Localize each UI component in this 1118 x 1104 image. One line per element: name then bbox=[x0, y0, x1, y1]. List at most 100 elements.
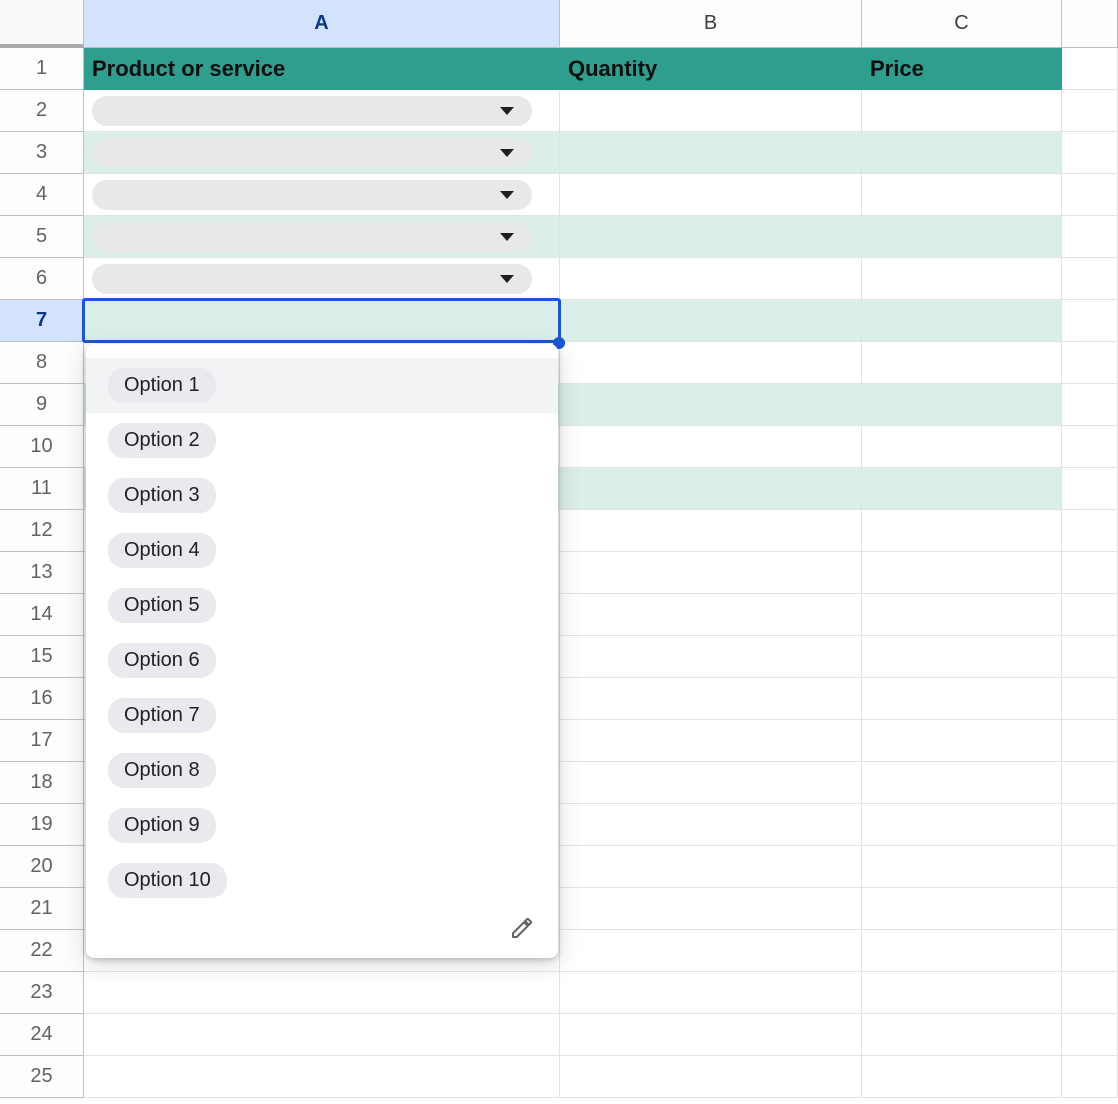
row-header-1[interactable]: 1 bbox=[0, 48, 83, 90]
dropdown-pill[interactable] bbox=[92, 222, 532, 252]
cell-D10[interactable] bbox=[1062, 426, 1118, 468]
cell-D7[interactable] bbox=[1062, 300, 1118, 342]
cell-D15[interactable] bbox=[1062, 636, 1118, 678]
cell-B10[interactable] bbox=[560, 426, 862, 468]
cell-D16[interactable] bbox=[1062, 678, 1118, 720]
cell-C21[interactable] bbox=[862, 888, 1062, 930]
dropdown-item[interactable]: Option 2 bbox=[86, 413, 558, 468]
cell-D3[interactable] bbox=[1062, 132, 1118, 174]
cell-D25[interactable] bbox=[1062, 1056, 1118, 1098]
cell-A3[interactable] bbox=[84, 132, 560, 174]
cell-B8[interactable] bbox=[560, 342, 862, 384]
cell-B1[interactable]: Quantity bbox=[560, 48, 862, 90]
cell-C8[interactable] bbox=[862, 342, 1062, 384]
cell-A23[interactable] bbox=[84, 972, 560, 1014]
cell-C17[interactable] bbox=[862, 720, 1062, 762]
cell-D2[interactable] bbox=[1062, 90, 1118, 132]
cell-D18[interactable] bbox=[1062, 762, 1118, 804]
dropdown-item[interactable]: Option 9 bbox=[86, 798, 558, 853]
cell-C1[interactable]: Price bbox=[862, 48, 1062, 90]
cell-A2[interactable] bbox=[84, 90, 560, 132]
row-header-19[interactable]: 19 bbox=[0, 804, 83, 846]
row-header-24[interactable]: 24 bbox=[0, 1014, 83, 1056]
row-header-13[interactable]: 13 bbox=[0, 552, 83, 594]
cell-C19[interactable] bbox=[862, 804, 1062, 846]
cell-B24[interactable] bbox=[560, 1014, 862, 1056]
row-header-6[interactable]: 6 bbox=[0, 258, 83, 300]
cell-B6[interactable] bbox=[560, 258, 862, 300]
cell-B20[interactable] bbox=[560, 846, 862, 888]
cell-C5[interactable] bbox=[862, 216, 1062, 258]
cell-C13[interactable] bbox=[862, 552, 1062, 594]
cell-B21[interactable] bbox=[560, 888, 862, 930]
cell-C10[interactable] bbox=[862, 426, 1062, 468]
cell-A6[interactable] bbox=[84, 258, 560, 300]
dropdown-pill[interactable] bbox=[92, 96, 532, 126]
cell-D6[interactable] bbox=[1062, 258, 1118, 300]
cell-C3[interactable] bbox=[862, 132, 1062, 174]
select-all-corner[interactable] bbox=[0, 0, 84, 48]
row-header-17[interactable]: 17 bbox=[0, 720, 83, 762]
row-header-14[interactable]: 14 bbox=[0, 594, 83, 636]
cell-C9[interactable] bbox=[862, 384, 1062, 426]
row-header-5[interactable]: 5 bbox=[0, 216, 83, 258]
dropdown-pill[interactable] bbox=[92, 264, 532, 294]
cell-D20[interactable] bbox=[1062, 846, 1118, 888]
cell-B13[interactable] bbox=[560, 552, 862, 594]
cell-B22[interactable] bbox=[560, 930, 862, 972]
row-header-16[interactable]: 16 bbox=[0, 678, 83, 720]
cell-B4[interactable] bbox=[560, 174, 862, 216]
cell-C2[interactable] bbox=[862, 90, 1062, 132]
cell-A25[interactable] bbox=[84, 1056, 560, 1098]
cell-D1[interactable] bbox=[1062, 48, 1118, 90]
cell-B11[interactable] bbox=[560, 468, 862, 510]
row-header-12[interactable]: 12 bbox=[0, 510, 83, 552]
row-header-9[interactable]: 9 bbox=[0, 384, 83, 426]
cell-B12[interactable] bbox=[560, 510, 862, 552]
cell-D17[interactable] bbox=[1062, 720, 1118, 762]
cell-C23[interactable] bbox=[862, 972, 1062, 1014]
dropdown-pill[interactable] bbox=[92, 180, 532, 210]
cell-D4[interactable] bbox=[1062, 174, 1118, 216]
cell-B19[interactable] bbox=[560, 804, 862, 846]
row-header-3[interactable]: 3 bbox=[0, 132, 83, 174]
row-header-11[interactable]: 11 bbox=[0, 468, 83, 510]
cell-D21[interactable] bbox=[1062, 888, 1118, 930]
cell-B23[interactable] bbox=[560, 972, 862, 1014]
cell-B18[interactable] bbox=[560, 762, 862, 804]
dropdown-item[interactable]: Option 1 bbox=[86, 358, 558, 413]
dropdown-item[interactable]: Option 5 bbox=[86, 578, 558, 633]
cell-A7[interactable] bbox=[84, 300, 560, 342]
cell-D24[interactable] bbox=[1062, 1014, 1118, 1056]
row-header-15[interactable]: 15 bbox=[0, 636, 83, 678]
cell-A5[interactable] bbox=[84, 216, 560, 258]
dropdown-item[interactable]: Option 6 bbox=[86, 633, 558, 688]
cell-D23[interactable] bbox=[1062, 972, 1118, 1014]
edit-validation-button[interactable] bbox=[508, 916, 536, 944]
cell-C24[interactable] bbox=[862, 1014, 1062, 1056]
cell-C22[interactable] bbox=[862, 930, 1062, 972]
row-header-8[interactable]: 8 bbox=[0, 342, 83, 384]
column-header-b[interactable]: B bbox=[560, 0, 862, 48]
cell-B9[interactable] bbox=[560, 384, 862, 426]
row-header-18[interactable]: 18 bbox=[0, 762, 83, 804]
row-header-22[interactable]: 22 bbox=[0, 930, 83, 972]
cell-D11[interactable] bbox=[1062, 468, 1118, 510]
row-header-21[interactable]: 21 bbox=[0, 888, 83, 930]
column-header-c[interactable]: C bbox=[862, 0, 1062, 48]
cell-C15[interactable] bbox=[862, 636, 1062, 678]
cell-B14[interactable] bbox=[560, 594, 862, 636]
row-header-20[interactable]: 20 bbox=[0, 846, 83, 888]
dropdown-item[interactable]: Option 3 bbox=[86, 468, 558, 523]
cell-B16[interactable] bbox=[560, 678, 862, 720]
cell-D9[interactable] bbox=[1062, 384, 1118, 426]
cell-edit-box[interactable] bbox=[82, 298, 561, 343]
cell-C11[interactable] bbox=[862, 468, 1062, 510]
cell-C7[interactable] bbox=[862, 300, 1062, 342]
cell-B3[interactable] bbox=[560, 132, 862, 174]
cell-A4[interactable] bbox=[84, 174, 560, 216]
cell-C14[interactable] bbox=[862, 594, 1062, 636]
cell-D8[interactable] bbox=[1062, 342, 1118, 384]
row-header-7[interactable]: 7 bbox=[0, 300, 83, 342]
dropdown-pill[interactable] bbox=[92, 138, 532, 168]
